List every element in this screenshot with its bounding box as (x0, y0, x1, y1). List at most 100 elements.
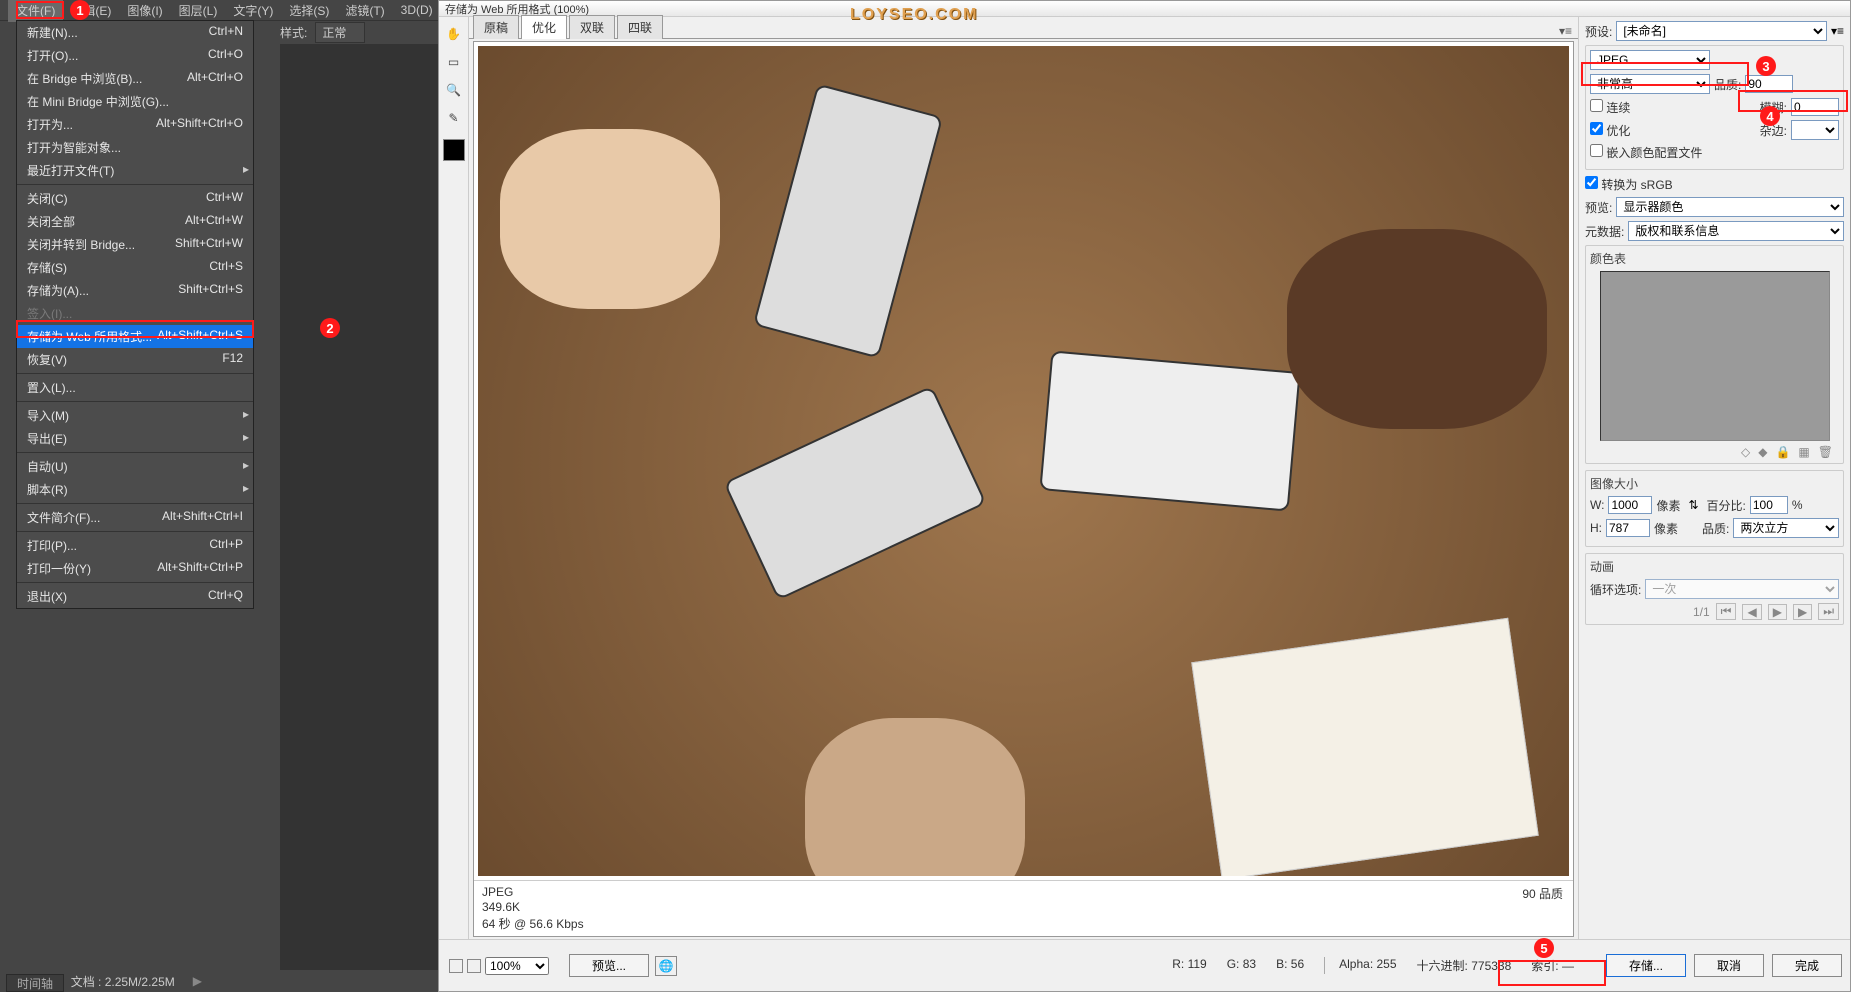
info-quality: 90 品质 (1522, 885, 1563, 902)
menu-item[interactable]: 关闭并转到 Bridge...Shift+Ctrl+W (17, 233, 253, 256)
flyout-menu-icon[interactable]: ▾≡ (1831, 24, 1844, 38)
optimized-checkbox[interactable] (1590, 122, 1603, 135)
embed-profile-checkbox[interactable] (1590, 144, 1603, 157)
preview-select[interactable]: 显示器颜色 (1616, 197, 1844, 217)
save-button[interactable]: 存储... (1606, 954, 1686, 977)
ct-icon[interactable]: ◇ (1741, 445, 1750, 459)
quality2-label: 品质: (1702, 520, 1729, 537)
tab-twoup[interactable]: 双联 (569, 15, 615, 39)
menu-item-label: 恢复(V) (27, 351, 67, 368)
zoom-select[interactable]: 100% (485, 957, 549, 975)
progressive-checkbox[interactable] (1590, 99, 1603, 112)
trash-icon[interactable]: 🗑 (1818, 445, 1833, 459)
loop-label: 循环选项: (1590, 581, 1641, 598)
menu-layer[interactable]: 图层(L) (171, 0, 226, 22)
menu-item[interactable]: 最近打开文件(T) (17, 159, 253, 182)
annotation-number: 1 (70, 0, 90, 20)
format-select[interactable]: JPEG (1590, 50, 1710, 70)
colortable-title: 颜色表 (1590, 250, 1839, 267)
menu-item[interactable]: 导入(M) (17, 404, 253, 427)
menu-item[interactable]: 新建(N)...Ctrl+N (17, 21, 253, 44)
menu-item-shortcut: Ctrl+S (209, 259, 243, 276)
preview-button[interactable]: 预览... (569, 954, 649, 977)
menu-item[interactable]: 存储为(A)...Shift+Ctrl+S (17, 279, 253, 302)
matte-select[interactable] (1791, 120, 1839, 140)
convert-srgb-checkbox[interactable] (1585, 176, 1598, 189)
menu-item[interactable]: 在 Mini Bridge 中浏览(G)... (17, 90, 253, 113)
menu-3d[interactable]: 3D(D) (393, 0, 441, 20)
quality-preset-select[interactable]: 非常高 (1590, 74, 1710, 94)
cancel-button[interactable]: 取消 (1694, 954, 1764, 977)
menu-item[interactable]: 在 Bridge 中浏览(B)...Alt+Ctrl+O (17, 67, 253, 90)
percent-input[interactable] (1750, 496, 1788, 514)
style-combo[interactable]: 正常 (315, 22, 365, 43)
height-input[interactable] (1606, 519, 1650, 537)
color-table-icons: ◇ ◆ 🔒 ▦ 🗑 (1590, 445, 1839, 459)
menu-item-label: 导入(M) (27, 407, 69, 424)
preview-image[interactable] (478, 46, 1569, 876)
timeline-panel-tab[interactable]: 时间轴 (6, 974, 64, 992)
menu-item[interactable]: 脚本(R) (17, 478, 253, 501)
status-arrow-icon: ▶ (193, 974, 202, 988)
blur-input[interactable] (1791, 98, 1839, 116)
metadata-select[interactable]: 版权和联系信息 (1628, 221, 1844, 241)
percent-label: 百分比: (1707, 497, 1746, 514)
menu-select[interactable]: 选择(S) (281, 0, 337, 22)
resample-select[interactable]: 两次立方 (1733, 518, 1839, 538)
last-frame-icon: ⏭ (1818, 603, 1839, 620)
menu-item[interactable]: 文件简介(F)...Alt+Shift+Ctrl+I (17, 506, 253, 529)
link-icon[interactable]: ⇅ (1688, 498, 1698, 512)
menu-image[interactable]: 图像(I) (119, 0, 170, 22)
menu-file[interactable]: 文件(F) (8, 0, 63, 22)
menu-item-shortcut: Alt+Shift+Ctrl+O (156, 116, 243, 133)
menu-item-save-for-web[interactable]: 存储为 Web 所用格式... Alt+Shift+Ctrl+S (17, 325, 253, 348)
ct-icon[interactable]: ▦ (1798, 445, 1809, 459)
menu-item[interactable]: 存储(S)Ctrl+S (17, 256, 253, 279)
slice-tool-icon[interactable]: ▭ (443, 51, 465, 73)
hand-tool-icon[interactable]: ✋ (443, 23, 465, 45)
menu-item[interactable]: 退出(X)Ctrl+Q (17, 585, 253, 608)
menu-item[interactable]: 打开为...Alt+Shift+Ctrl+O (17, 113, 253, 136)
quality-label: 品质: (1714, 76, 1741, 93)
zoom-tool-icon[interactable]: 🔍 (443, 79, 465, 101)
ct-icon[interactable]: 🔒 (1775, 445, 1790, 459)
menu-item[interactable]: 关闭(C)Ctrl+W (17, 187, 253, 210)
done-button[interactable]: 完成 (1772, 954, 1842, 977)
tab-original[interactable]: 原稿 (473, 15, 519, 39)
tab-optimized[interactable]: 优化 (521, 15, 567, 39)
menu-item[interactable]: 打开为智能对象... (17, 136, 253, 159)
preset-select[interactable]: [未命名] (1616, 21, 1827, 41)
menu-item-shortcut: Alt+Ctrl+O (187, 70, 243, 87)
menu-item[interactable]: 恢复(V)F12 (17, 348, 253, 371)
menu-filter[interactable]: 滤镜(T) (337, 0, 392, 22)
preview-info: JPEG 349.6K 64 秒 @ 56.6 Kbps 90 品质 (474, 880, 1573, 936)
tab-fourup[interactable]: 四联 (617, 15, 663, 39)
menu-item[interactable]: 打印(P)...Ctrl+P (17, 534, 253, 557)
quality-input[interactable] (1745, 75, 1793, 93)
tab-flyout-icon[interactable]: ▾≡ (1559, 24, 1572, 38)
optimized-label: 优化 (1606, 124, 1630, 138)
menu-item-label: 导出(E) (27, 430, 67, 447)
settings-panel: 预设: [未命名] ▾≡ JPEG 非常高 品质: 连续 模糊: (1578, 17, 1850, 939)
menu-item-label: 自动(U) (27, 458, 68, 475)
zoom-out-icon[interactable] (449, 959, 463, 973)
menu-item[interactable]: 置入(L)... (17, 376, 253, 399)
dialog-footer: 100% 预览... 🌐 R: 119 G: 83 B: 56 Alpha: 2… (439, 939, 1850, 991)
menu-item[interactable]: 打开(O)...Ctrl+O (17, 44, 253, 67)
sfw-tool-strip: ✋ ▭ 🔍 ✎ (439, 17, 469, 939)
eyedropper-tool-icon[interactable]: ✎ (443, 107, 465, 129)
menu-item[interactable]: 导出(E) (17, 427, 253, 450)
browser-preview-icon[interactable]: 🌐 (655, 956, 677, 976)
width-input[interactable] (1608, 496, 1652, 514)
menu-item[interactable]: 自动(U) (17, 455, 253, 478)
menu-item[interactable]: 打印一份(Y)Alt+Shift+Ctrl+P (17, 557, 253, 580)
menu-type[interactable]: 文字(Y) (225, 0, 281, 22)
menu-item-shortcut: Ctrl+O (208, 47, 243, 64)
menu-item-label: 关闭(C) (27, 190, 68, 207)
zoom-in-icon[interactable] (467, 959, 481, 973)
ct-icon[interactable]: ◆ (1758, 445, 1767, 459)
save-for-web-dialog: 存储为 Web 所用格式 (100%) ✋ ▭ 🔍 ✎ 原稿 优化 双联 四联 … (438, 0, 1851, 992)
percent-sym: % (1792, 498, 1803, 512)
foreground-swatch[interactable] (443, 139, 465, 161)
menu-item[interactable]: 关闭全部Alt+Ctrl+W (17, 210, 253, 233)
